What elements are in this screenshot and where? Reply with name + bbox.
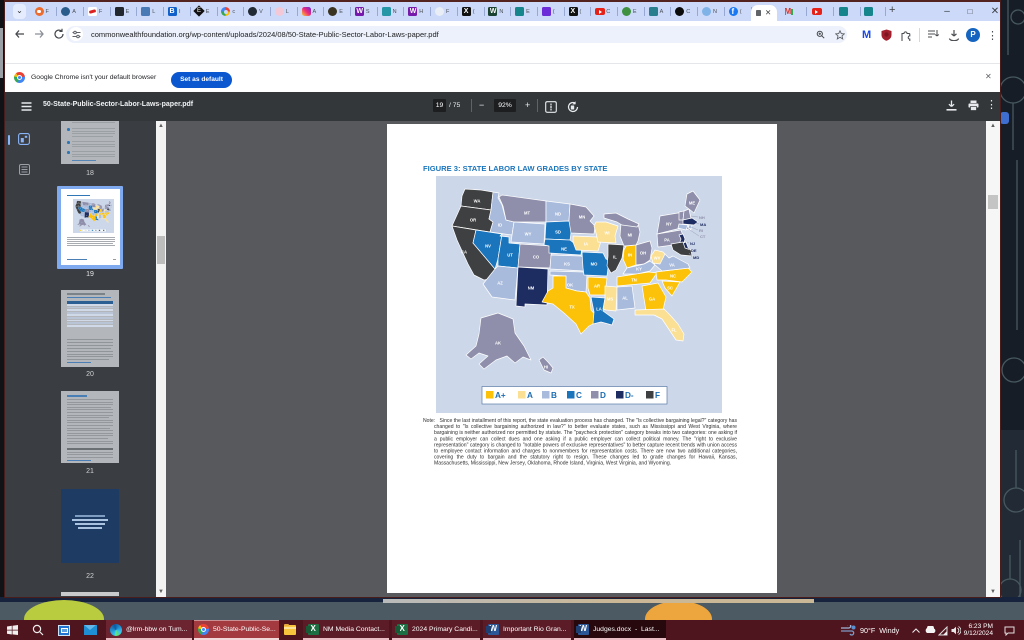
svg-text:WI: WI <box>604 230 609 235</box>
svg-text:C: C <box>93 230 94 232</box>
svg-text:MT: MT <box>524 210 530 215</box>
svg-text:AL: AL <box>622 295 628 300</box>
svg-text:NJ: NJ <box>690 241 695 246</box>
svg-text:PA: PA <box>664 237 670 242</box>
svg-text:HI: HI <box>544 364 548 369</box>
svg-text:AZ: AZ <box>497 280 503 285</box>
svg-text:D: D <box>96 230 97 232</box>
svg-text:IN: IN <box>100 210 101 212</box>
svg-text:A+: A+ <box>495 391 506 400</box>
svg-text:IN: IN <box>628 252 632 257</box>
svg-text:OH: OH <box>102 209 103 211</box>
svg-text:AL: AL <box>99 216 100 218</box>
svg-text:WV: WV <box>104 211 105 212</box>
svg-text:MN: MN <box>93 204 94 206</box>
svg-text:CT: CT <box>700 234 706 239</box>
svg-text:ID: ID <box>498 222 502 227</box>
svg-text:MA: MA <box>700 222 706 227</box>
svg-text:KY: KY <box>636 266 642 271</box>
svg-text:CO: CO <box>533 254 540 259</box>
svg-text:IL: IL <box>98 210 99 212</box>
svg-text:CA: CA <box>76 209 77 211</box>
svg-text:ID: ID <box>81 205 82 207</box>
svg-text:AK: AK <box>495 340 501 345</box>
svg-text:NE: NE <box>90 209 91 211</box>
svg-text:B: B <box>89 230 90 232</box>
svg-text:AR: AR <box>594 283 600 288</box>
svg-text:AR: AR <box>95 214 96 216</box>
svg-text:NM: NM <box>86 214 87 216</box>
svg-text:NE: NE <box>561 246 567 251</box>
svg-text:D-: D- <box>625 391 634 400</box>
svg-text:WY: WY <box>85 208 86 209</box>
svg-text:CO: CO <box>86 210 87 212</box>
svg-text:CA: CA <box>461 249 467 254</box>
svg-text:NY: NY <box>105 205 106 207</box>
svg-text:MS: MS <box>97 216 98 218</box>
svg-text:AZ: AZ <box>81 214 82 216</box>
svg-text:NC: NC <box>670 273 676 278</box>
svg-text:FL: FL <box>671 327 677 332</box>
svg-text:WA: WA <box>78 202 80 204</box>
svg-text:CT: CT <box>110 207 111 209</box>
svg-text:NM: NM <box>528 285 535 290</box>
svg-text:LA: LA <box>596 306 602 311</box>
svg-text:KS: KS <box>91 211 92 213</box>
svg-text:KS: KS <box>564 261 570 266</box>
svg-text:OR: OR <box>77 205 78 207</box>
svg-text:MS: MS <box>607 296 613 301</box>
svg-text:MO: MO <box>95 211 96 213</box>
svg-text:SD: SD <box>555 229 561 234</box>
svg-text:IA: IA <box>584 241 588 246</box>
svg-text:F: F <box>655 391 660 400</box>
svg-text:ME: ME <box>109 202 110 204</box>
svg-text:DE: DE <box>691 248 697 253</box>
svg-text:UT: UT <box>507 252 513 257</box>
svg-text:TX: TX <box>92 217 93 219</box>
svg-text:OR: OR <box>470 217 476 222</box>
svg-text:SC: SC <box>106 214 107 216</box>
svg-text:RI: RI <box>699 228 703 233</box>
svg-text:TN: TN <box>100 213 101 215</box>
svg-text:A: A <box>527 391 533 400</box>
svg-text:ME: ME <box>689 200 695 205</box>
svg-text:VA: VA <box>669 262 675 267</box>
svg-text:MI: MI <box>628 232 633 237</box>
svg-text:NH: NH <box>699 215 705 220</box>
svg-text:PA: PA <box>105 207 106 209</box>
svg-text:UT: UT <box>83 210 84 212</box>
svg-text:OH: OH <box>640 250 646 255</box>
svg-text:VA: VA <box>106 211 107 213</box>
svg-text:SC: SC <box>667 285 673 290</box>
svg-text:TX: TX <box>569 304 575 309</box>
svg-text:NV: NV <box>485 243 491 248</box>
svg-text:MD: MD <box>693 255 699 260</box>
svg-text:WA: WA <box>474 198 481 203</box>
svg-text:AK: AK <box>81 222 82 224</box>
svg-text:IL: IL <box>613 254 617 259</box>
svg-text:MO: MO <box>591 261 598 266</box>
svg-text:TN: TN <box>631 277 637 282</box>
svg-text:C: C <box>576 391 582 400</box>
svg-text:GA: GA <box>649 296 655 301</box>
svg-text:MN: MN <box>579 214 586 219</box>
svg-text:IA: IA <box>94 208 95 210</box>
svg-text:F: F <box>104 230 105 232</box>
svg-text:MT: MT <box>85 204 86 206</box>
svg-text:ND: ND <box>90 204 91 206</box>
svg-text:NY: NY <box>666 221 672 226</box>
svg-text:D: D <box>600 391 606 400</box>
svg-text:ND: ND <box>555 211 561 216</box>
svg-text:D-: D- <box>100 230 102 232</box>
svg-text:GA: GA <box>103 216 104 218</box>
svg-text:OK: OK <box>91 214 92 216</box>
svg-text:FL: FL <box>106 220 107 222</box>
svg-text:SD: SD <box>90 206 91 208</box>
svg-text:WV: WV <box>654 255 661 260</box>
svg-text:OK: OK <box>567 282 573 287</box>
svg-text:MD: MD <box>109 210 110 212</box>
svg-text:NV: NV <box>80 208 81 210</box>
svg-text:WY: WY <box>525 231 532 236</box>
svg-text:B: B <box>551 391 557 400</box>
